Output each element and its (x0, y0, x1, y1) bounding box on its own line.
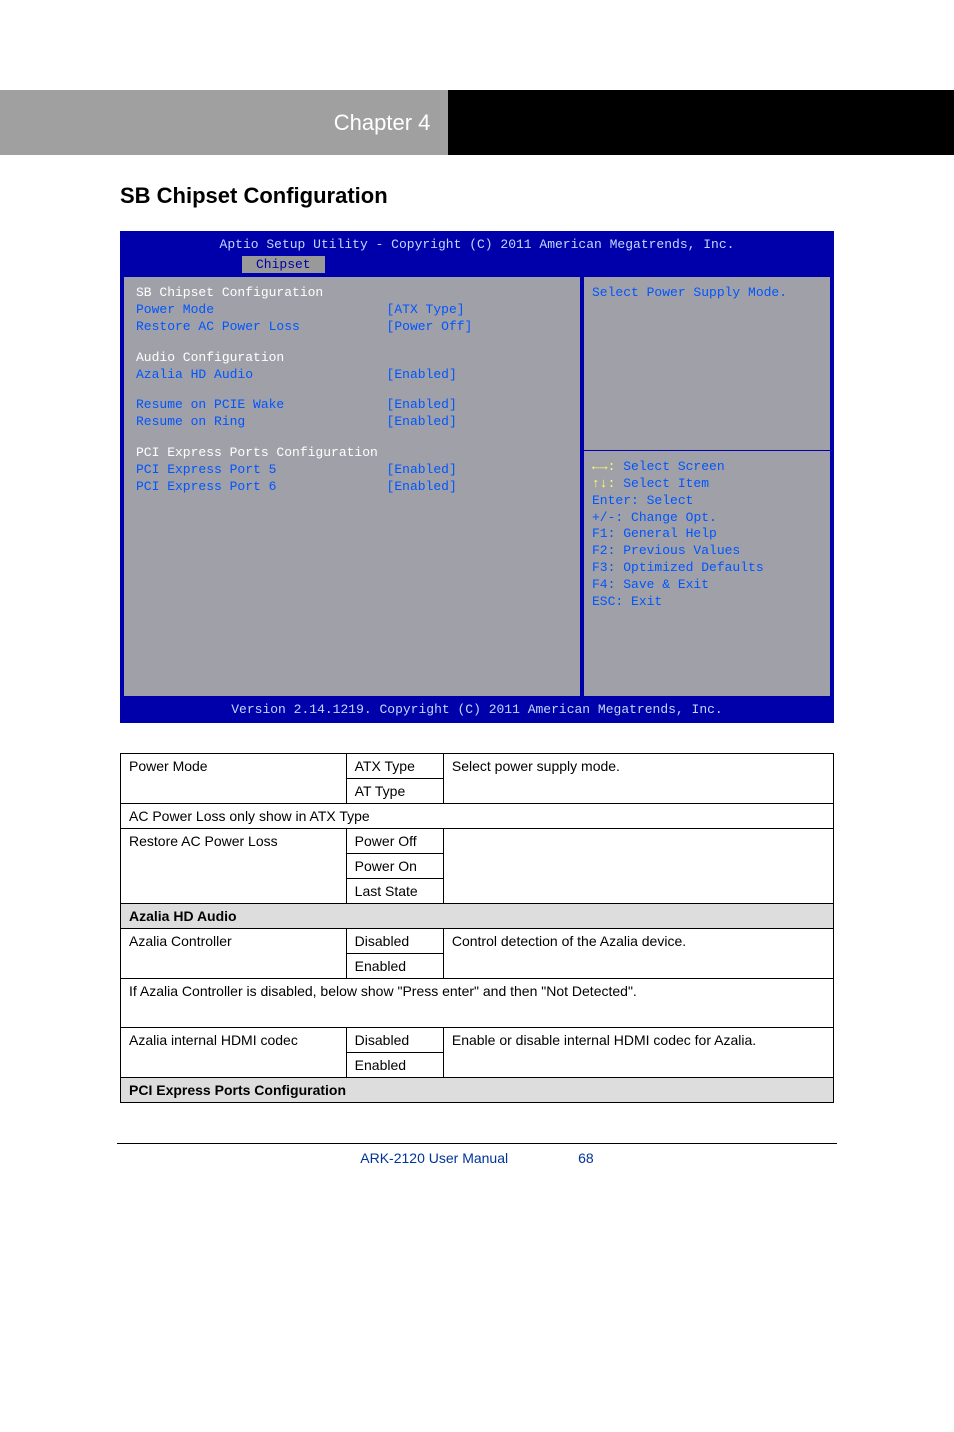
bios-window: Aptio Setup Utility - Copyright (C) 2011… (120, 231, 834, 723)
bios-section-sb: SB Chipset Configuration (136, 285, 568, 302)
bios-item-restore-ac[interactable]: Restore AC Power Loss [Power Off] (136, 319, 568, 336)
bios-tab-chipset[interactable]: Chipset (242, 256, 325, 273)
bios-tabrow: Chipset (122, 256, 832, 275)
table-row: Restore AC Power Loss Power Off (121, 828, 834, 853)
bios-section-audio: Audio Configuration (136, 350, 568, 367)
description-table: Power Mode ATX Type Select power supply … (120, 753, 834, 1103)
bios-item-pcie6[interactable]: PCI Express Port 6 [Enabled] (136, 479, 568, 496)
table-row: Azalia internal HDMI codec Disabled Enab… (121, 1027, 834, 1052)
chapter-bar: Chapter 4 (0, 90, 954, 155)
table-row: If Azalia Controller is disabled, below … (121, 978, 834, 1027)
bios-item-pcie5[interactable]: PCI Express Port 5 [Enabled] (136, 462, 568, 479)
bios-left-pane: SB Chipset Configuration Power Mode [ATX… (122, 275, 582, 698)
bios-title: Aptio Setup Utility - Copyright (C) 2011… (122, 233, 832, 256)
table-row: Azalia HD Audio (121, 903, 834, 928)
footer-title: ARK-2120 User Manual (360, 1150, 508, 1166)
page-number: 68 (578, 1150, 594, 1166)
bios-help-text: Select Power Supply Mode. (592, 285, 822, 302)
chapter-label: Chapter 4 (0, 90, 448, 155)
page-footer: ARK-2120 User Manual 68 (0, 1103, 954, 1186)
bios-item-resume-ring[interactable]: Resume on Ring [Enabled] (136, 414, 568, 431)
table-row: Power Mode ATX Type Select power supply … (121, 753, 834, 778)
table-row: PCI Express Ports Configuration (121, 1077, 834, 1102)
bios-item-azalia[interactable]: Azalia HD Audio [Enabled] (136, 367, 568, 384)
table-row: AC Power Loss only show in ATX Type (121, 803, 834, 828)
bios-footer: Version 2.14.1219. Copyright (C) 2011 Am… (122, 698, 832, 721)
bios-item-resume-pcie[interactable]: Resume on PCIE Wake [Enabled] (136, 397, 568, 414)
section-title: SB Chipset Configuration (120, 183, 834, 209)
bios-item-power-mode[interactable]: Power Mode [ATX Type] (136, 302, 568, 319)
bios-key-list: ←→: Select Screen ↑↓: Select Item Enter:… (592, 459, 822, 611)
bios-section-pci: PCI Express Ports Configuration (136, 445, 568, 462)
table-row: Azalia Controller Disabled Control detec… (121, 928, 834, 953)
bios-right-pane: Select Power Supply Mode. ←→: Select Scr… (582, 275, 832, 698)
header-black (448, 90, 954, 155)
